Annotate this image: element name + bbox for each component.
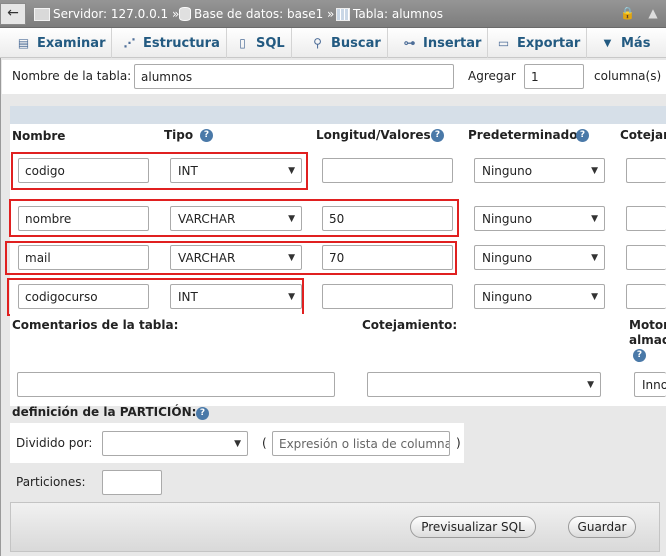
header-default: Predeterminado (468, 128, 578, 142)
tab-sql[interactable]: ▯ SQL (229, 28, 292, 58)
dropdown-arrow-icon: ▼ (591, 292, 598, 302)
dropdown-arrow-icon: ▼ (591, 253, 598, 263)
help-icon[interactable]: ? (633, 349, 646, 362)
tab-mas[interactable]: ▼ Más (594, 28, 656, 58)
columns-label: columna(s) (594, 69, 662, 83)
breadcrumb-database-label: Base de datos: base1 » (194, 7, 335, 21)
highlight-box (7, 278, 304, 316)
tab-insertar[interactable]: ⊶ Insertar (396, 28, 489, 58)
breadcrumb-bar: ← Servidor: 127.0.0.1 » Base de datos: b… (0, 0, 666, 28)
column-length-input[interactable] (322, 284, 453, 309)
highlight-box (9, 199, 459, 237)
column-default-select[interactable]: Ninguno ▼ (474, 284, 605, 309)
storage-engine-label-2: almac (629, 333, 666, 347)
partitions-count-input[interactable] (102, 470, 162, 495)
partition-by-select[interactable]: ▼ (102, 431, 248, 456)
divided-by-label: Dividido por: (16, 436, 93, 450)
storage-engine-select[interactable]: Inno (634, 372, 666, 397)
collation-select[interactable]: ▼ (367, 372, 601, 397)
tab-label: Estructura (143, 35, 220, 51)
add-columns-count-input[interactable]: 1 (524, 64, 584, 89)
column-collation-select[interactable] (626, 206, 666, 231)
columns-header-strip (10, 106, 666, 124)
structure-icon: ⋰ (123, 35, 136, 50)
collation-label: Cotejamiento: (362, 318, 458, 332)
collapse-icon[interactable]: ▲ (646, 6, 660, 20)
highlight-box (11, 152, 308, 190)
table-comments-input[interactable] (17, 372, 335, 397)
storage-engine-value: Inno (642, 378, 666, 392)
help-icon[interactable]: ? (576, 129, 589, 142)
breadcrumb-table-label: Tabla: alumnos (353, 7, 444, 21)
back-button[interactable]: ← (0, 3, 26, 25)
table-icon (336, 7, 350, 21)
breadcrumb-database[interactable]: Base de datos: base1 » (179, 4, 334, 24)
footer-bar (10, 502, 660, 552)
column-collation-select[interactable] (626, 245, 666, 270)
breadcrumb-table[interactable]: Tabla: alumnos (336, 4, 443, 24)
tab-examinar[interactable]: ▤ Examinar (10, 28, 113, 58)
database-icon (179, 7, 191, 21)
tab-bar: ▤ Examinar ⋰ Estructura ▯ SQL ⚲ Buscar ⊶… (0, 28, 666, 58)
tab-label: SQL (256, 35, 285, 51)
dropdown-arrow-icon: ▼ (587, 380, 594, 390)
partitions-label: Particiones: (16, 475, 86, 489)
column-default-value: Ninguno (482, 251, 533, 265)
tab-estructura[interactable]: ⋰ Estructura (116, 28, 227, 58)
breadcrumb-server[interactable]: Servidor: 127.0.0.1 » (34, 4, 179, 24)
insert-icon: ⊶ (403, 35, 416, 50)
column-default-select[interactable]: Ninguno ▼ (474, 206, 605, 231)
dropdown-arrow-icon: ▼ (234, 439, 241, 449)
tab-label: Insertar (423, 35, 482, 51)
sql-icon: ▯ (239, 35, 246, 50)
table-comments-label: Comentarios de la tabla: (12, 318, 179, 332)
help-icon[interactable]: ? (431, 129, 444, 142)
column-default-select[interactable]: Ninguno ▼ (474, 245, 605, 270)
column-collation-select[interactable] (626, 158, 666, 183)
header-collation: Cotejam (620, 128, 666, 142)
tab-exportar[interactable]: ▭ Exportar (490, 28, 588, 58)
save-button[interactable]: Guardar (568, 516, 636, 538)
partition-expression-input[interactable]: Expresión o lista de columna (272, 431, 450, 456)
add-label: Agregar (468, 69, 516, 83)
tab-label: Exportar (517, 35, 581, 51)
tab-buscar[interactable]: ⚲ Buscar (304, 28, 388, 58)
tab-label: Buscar (331, 35, 381, 51)
dropdown-arrow-icon: ▼ (591, 166, 598, 176)
table-name-label: Nombre de la tabla: (12, 69, 132, 83)
browse-icon: ▤ (17, 35, 30, 50)
paren-close: ) (456, 436, 461, 450)
storage-engine-label-1: Motor (629, 318, 666, 332)
paren-open: ( (262, 436, 267, 450)
search-icon: ⚲ (313, 35, 322, 50)
caret-down-icon: ▼ (603, 37, 612, 49)
header-length: Longitud/Valores (316, 128, 431, 142)
column-default-value: Ninguno (482, 212, 533, 226)
partition-title: definición de la PARTICIÓN: (12, 405, 197, 419)
server-icon (34, 7, 50, 21)
help-icon[interactable]: ? (196, 407, 209, 420)
lock-icon[interactable]: 🔒 (620, 6, 635, 20)
header-name: Nombre (12, 129, 66, 143)
column-default-value: Ninguno (482, 290, 533, 304)
dropdown-arrow-icon: ▼ (591, 214, 598, 224)
column-default-select[interactable]: Ninguno ▼ (474, 158, 605, 183)
table-name-input[interactable]: alumnos (134, 64, 454, 89)
highlight-box (5, 241, 457, 275)
column-length-input[interactable] (322, 158, 453, 183)
export-icon: ▭ (497, 35, 510, 50)
column-collation-select[interactable] (626, 284, 666, 309)
preview-sql-button[interactable]: Previsualizar SQL (410, 516, 536, 538)
column-default-value: Ninguno (482, 164, 533, 178)
breadcrumb-server-label: Servidor: 127.0.0.1 » (53, 7, 180, 21)
header-type: Tipo (164, 128, 194, 142)
tab-label: Más (621, 35, 651, 51)
help-icon[interactable]: ? (200, 129, 213, 142)
tab-label: Examinar (37, 35, 106, 51)
